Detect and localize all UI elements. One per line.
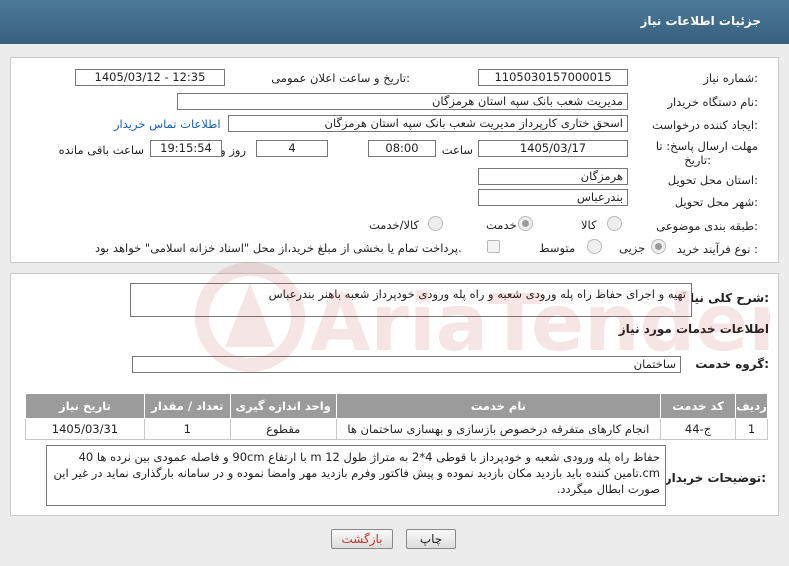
deadline-label-2: تاریخ: [684,153,711,167]
process-option-minor: جزیی [619,241,646,255]
category-radio-goods[interactable] [607,216,622,231]
days-label: روز و [220,143,246,157]
category-option-service: خدمت [486,218,517,232]
cell-date: 1405/03/31 [25,418,145,440]
payment-checkbox[interactable] [487,240,500,253]
buyer-org-label: نام دستگاه خریدار: [667,95,758,109]
creator-field: اسحق ختاری کارپرداز مدیریت شعب بانک سپه … [228,115,628,132]
cell-service-code: ج-44 [660,418,736,440]
process-option-medium: متوسط [539,241,576,255]
contact-info-link[interactable]: اطلاعات تماس خریدار [114,117,221,131]
buyer-notes-textarea[interactable]: حفاظ راه پله ورودی شعبه و خودپرداز با قو… [46,445,666,506]
province-label: استان محل تحویل: [667,173,758,187]
col-row: ردیف [734,393,769,419]
col-date: تاریخ نیاز [25,393,145,419]
col-service-name: نام خدمت [335,393,662,419]
header-bar: جزئیات اطلاعات نیاز [0,0,789,44]
details-panel: شماره نیاز: 1105030157000015 تاریخ و ساع… [10,57,779,263]
buyer-org-field: مدیریت شعب بانک سپه استان هرمزگان [177,93,628,110]
table-row: 1405/03/31 1 مقطوع انجام کارهای متفرقه د… [25,418,769,440]
city-field: بندرعباس [478,189,628,206]
summary-label: شرح کلی نیاز: [683,291,769,305]
back-button[interactable]: بازگشت [331,529,393,549]
days-field: 4 [256,140,328,157]
announce-field: 1405/03/12 - 12:35 [75,69,225,86]
cell-quantity: 1 [143,418,231,440]
creator-label: ایجاد کننده درخواست: [652,118,758,132]
province-field: هرمزگان [478,168,628,185]
page-title: جزئیات اطلاعات نیاز [640,14,761,28]
buyer-notes-line: حفاظ راه پله ورودی شعبه و خودپرداز با قو… [78,450,660,464]
need-number-label: شماره نیاز: [703,71,758,85]
cell-row: 1 [734,418,769,440]
city-label: شهر محل تحویل: [674,195,758,209]
print-button[interactable]: چاپ [406,529,456,549]
services-table: تاریخ نیاز تعداد / مقدار واحد اندازه گیر… [25,393,769,440]
buyer-notes-line: cm.تامین کننده باید بازدید مکان بازدید ن… [53,466,661,480]
process-radio-minor[interactable] [651,239,666,254]
col-quantity: تعداد / مقدار [143,393,231,419]
category-option-goods-service: کالا/خدمت [369,218,420,232]
process-radio-medium[interactable] [587,239,602,254]
remaining-label: ساعت باقی مانده [58,143,144,157]
cell-service-name: انجام کارهای متفرقه درخصوص بازسازی و بهس… [335,418,662,440]
deadline-label-1: مهلت ارسال پاسخ: تا [655,139,758,153]
summary-textarea[interactable]: تهیه و اجرای حفاظ راه پله ورودی شعبه و ر… [130,283,692,317]
deadline-time-field: 08:00 [368,140,436,157]
category-radio-goods-service[interactable] [428,216,443,231]
deadline-date-field: 1405/03/17 [478,140,628,157]
payment-note: پرداخت تمام یا بخشی از مبلغ خرید،از محل … [95,241,462,255]
col-service-code: کد خدمت [660,393,736,419]
announce-label: تاریخ و ساعت اعلان عمومی: [271,71,410,85]
service-group-field: ساختمان [132,356,681,373]
buyer-notes-label: توضیحات خریدار: [664,471,766,485]
buyer-notes-line: صورت ابطال میگردد. [556,482,660,496]
need-number-field: 1105030157000015 [478,69,628,86]
category-radio-service[interactable] [518,216,533,231]
category-option-goods: کالا [581,218,597,232]
col-unit: واحد اندازه گیری [229,393,337,419]
cell-unit: مقطوع [229,418,337,440]
process-label: نوع فرآیند خرید : [676,242,758,256]
remaining-time-field: 19:15:54 [150,140,222,157]
time-label: ساعت [441,143,473,157]
services-section-title: اطلاعات خدمات مورد نیاز [618,322,769,336]
service-group-label: گروه خدمت: [695,357,769,371]
category-label: طبقه بندی موضوعی: [656,219,758,233]
